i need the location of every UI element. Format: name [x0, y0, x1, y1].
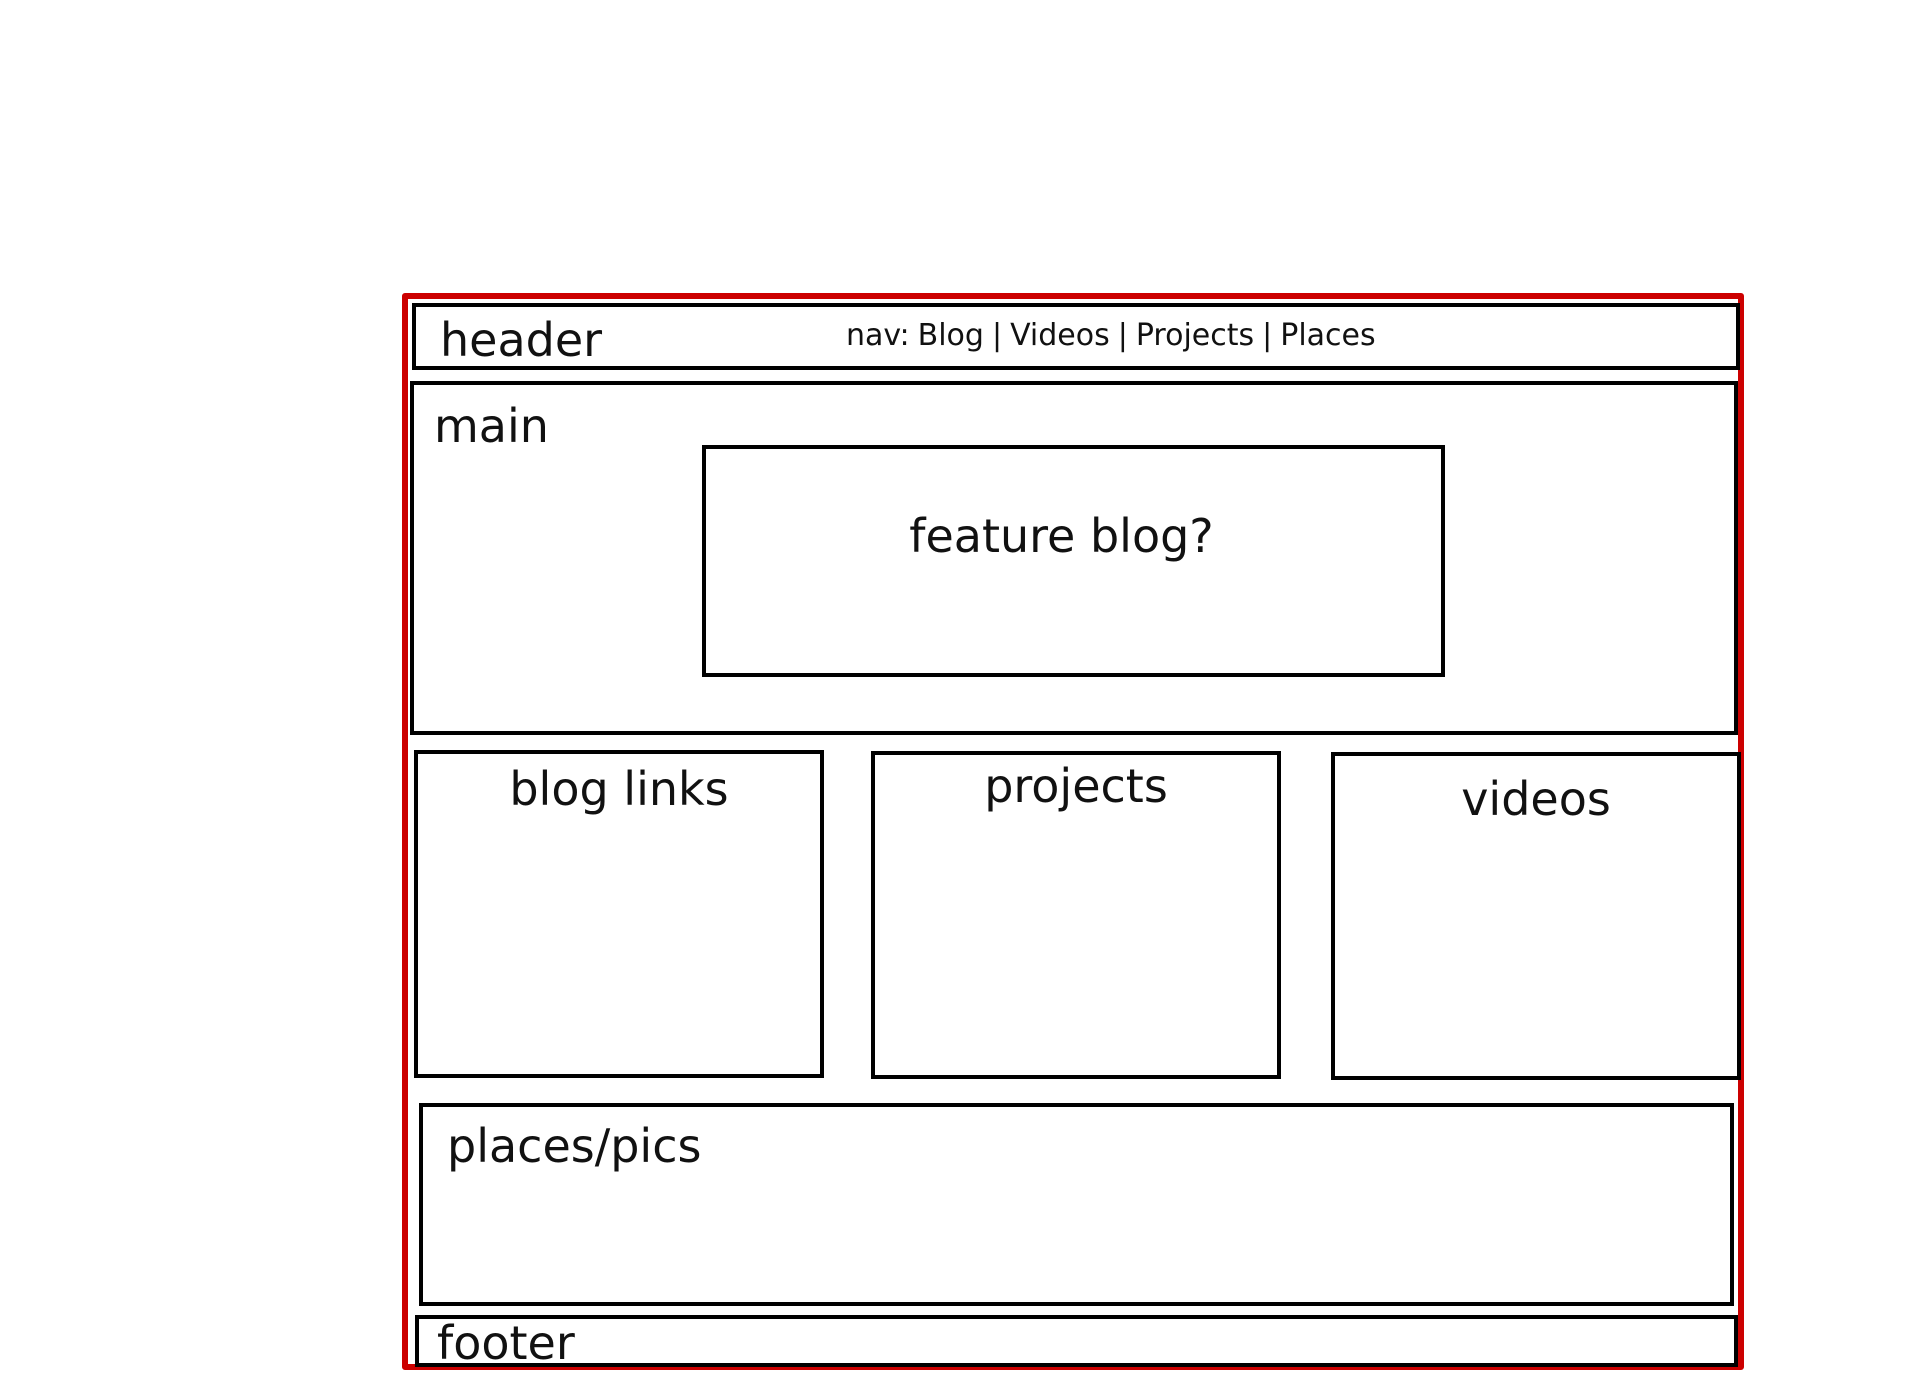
nav-link-blog[interactable]: Blog — [918, 321, 984, 351]
blog-links-box[interactable]: blog links — [414, 750, 824, 1078]
feature-blog-label: feature blog? — [909, 509, 1214, 563]
videos-box[interactable]: videos — [1331, 752, 1741, 1080]
nav-separator: | — [1117, 318, 1128, 353]
nav-prefix: nav: — [846, 318, 910, 353]
blog-links-label: blog links — [509, 762, 729, 816]
main-label: main — [434, 399, 549, 453]
places-pics-label: places/pics — [447, 1119, 702, 1173]
header-region: header nav: Blog | Videos | Projects | P… — [412, 303, 1740, 370]
nav-bar: nav: Blog | Videos | Projects | Places — [846, 321, 1376, 351]
projects-box[interactable]: projects — [871, 751, 1281, 1079]
places-pics-box[interactable]: places/pics — [419, 1103, 1734, 1306]
footer-region: footer — [415, 1315, 1738, 1367]
nav-separator: | — [1262, 318, 1273, 353]
feature-blog-box[interactable]: feature blog? — [702, 445, 1445, 677]
nav-link-projects[interactable]: Projects — [1136, 321, 1254, 351]
main-region: main feature blog? — [410, 381, 1738, 735]
projects-label: projects — [984, 759, 1168, 813]
nav-separator: | — [991, 318, 1003, 353]
footer-label: footer — [437, 1316, 575, 1370]
page-outline-frame: header nav: Blog | Videos | Projects | P… — [402, 293, 1744, 1370]
nav-link-places[interactable]: Places — [1280, 321, 1375, 351]
header-label: header — [440, 313, 603, 367]
videos-label: videos — [1461, 772, 1611, 826]
nav-link-videos[interactable]: Videos — [1010, 321, 1110, 351]
